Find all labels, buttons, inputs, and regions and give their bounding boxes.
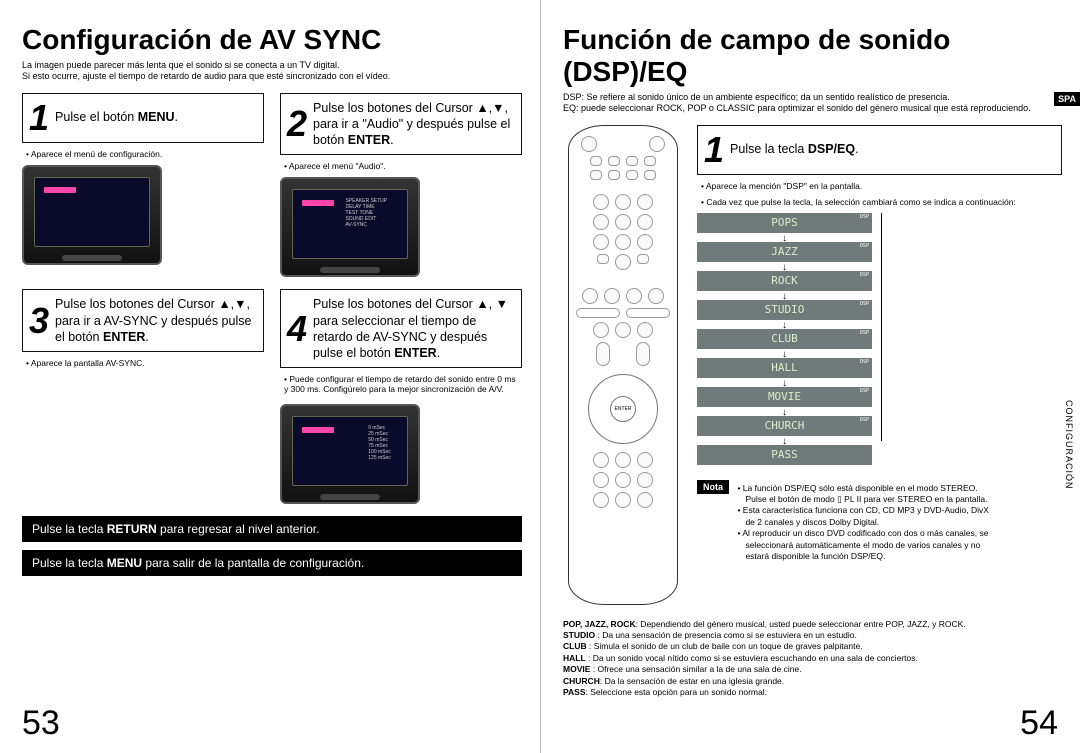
mode-descriptions: POP, JAZZ, ROCK: Dependiendo del género … bbox=[563, 619, 1062, 699]
step-3-bullet: Aparece la pantalla AV-SYNC. bbox=[26, 358, 264, 368]
return-strip: Pulse la tecla RETURN para regresar al n… bbox=[22, 516, 522, 542]
nota-block: Nota La función DSP/EQ sólo está disponi… bbox=[697, 477, 1062, 563]
dsp-step-1-box: 1 Pulse la tecla DSP/EQ. bbox=[697, 125, 1062, 175]
page-right: SPA CONFIGURACIÓN Función de campo de so… bbox=[540, 0, 1080, 753]
remote-control-diagram: ENTER bbox=[568, 125, 678, 605]
step-1-box: 1 Pulse el botón MENU. bbox=[22, 93, 264, 143]
display-church: CHURCHDSP bbox=[697, 416, 872, 436]
dsp-mode-cycle: POPSDSP ↓ JAZZDSP ↓ ROCKDSP ↓ STUDIODSP … bbox=[697, 213, 872, 467]
display-studio: STUDIODSP bbox=[697, 300, 872, 320]
step-number-1: 1 bbox=[29, 100, 49, 136]
page-number-right: 54 bbox=[1020, 704, 1058, 743]
page-left: Configuración de AV SYNC La imagen puede… bbox=[0, 0, 540, 753]
step-2-box: 2 Pulse los botones del Cursor ▲,▼, para… bbox=[280, 93, 522, 156]
display-pops: POPSDSP bbox=[697, 213, 872, 233]
display-rock: ROCKDSP bbox=[697, 271, 872, 291]
dsp-step-number-1: 1 bbox=[704, 132, 724, 168]
display-hall: HALLDSP bbox=[697, 358, 872, 378]
step-number-3: 3 bbox=[29, 303, 49, 339]
tv-screenshot-2: SPEAKER SETUPDELAY TIMETEST TONESOUND ED… bbox=[280, 177, 420, 277]
left-subtitle: La imagen puede parecer más lenta que el… bbox=[22, 60, 522, 83]
nota-item-2: Esta característica funciona con CD, CD … bbox=[737, 505, 997, 528]
step-2-bullet: Aparece el menú "Audio". bbox=[284, 161, 522, 171]
left-title: Configuración de AV SYNC bbox=[22, 24, 522, 56]
menu-strip: Pulse la tecla MENU para salir de la pan… bbox=[22, 550, 522, 576]
step-4-box: 4 Pulse los botones del Cursor ▲, ▼ para… bbox=[280, 289, 522, 368]
dsp-bullet-1: Aparece la mención "DSP" en la pantalla. bbox=[701, 181, 1062, 191]
step-3-box: 3 Pulse los botones del Cursor ▲,▼, para… bbox=[22, 289, 264, 352]
display-pass: PASS bbox=[697, 445, 872, 465]
display-jazz: JAZZDSP bbox=[697, 242, 872, 262]
nota-item-1: La función DSP/EQ sólo está disponible e… bbox=[737, 483, 997, 506]
nota-badge: Nota bbox=[697, 480, 729, 494]
step-1-bullet: Aparece el menú de configuración. bbox=[26, 149, 264, 159]
page-number-left: 53 bbox=[22, 704, 60, 743]
spa-tab: SPA bbox=[1054, 92, 1080, 106]
step-number-4: 4 bbox=[287, 311, 307, 347]
right-subtitle: DSP: Se refiere al sonido único de un am… bbox=[563, 92, 1062, 115]
config-side-tab: CONFIGURACIÓN bbox=[1064, 400, 1074, 490]
display-club: CLUBDSP bbox=[697, 329, 872, 349]
step-number-2: 2 bbox=[287, 106, 307, 142]
dsp-bullet-2: Cada vez que pulse la tecla, la selecció… bbox=[701, 197, 1062, 207]
display-movie: MOVIEDSP bbox=[697, 387, 872, 407]
right-title: Función de campo de sonido (DSP)/EQ bbox=[563, 24, 1062, 88]
step-4-bullet: Puede configurar el tiempo de retardo de… bbox=[284, 374, 522, 394]
nota-item-3: Al reproducir un disco DVD codificado co… bbox=[737, 528, 997, 562]
tv-screenshot-1 bbox=[22, 165, 162, 265]
tv-screenshot-4: 0 mSec25 mSec50 mSec75 mSec100 mSec125 m… bbox=[280, 404, 420, 504]
